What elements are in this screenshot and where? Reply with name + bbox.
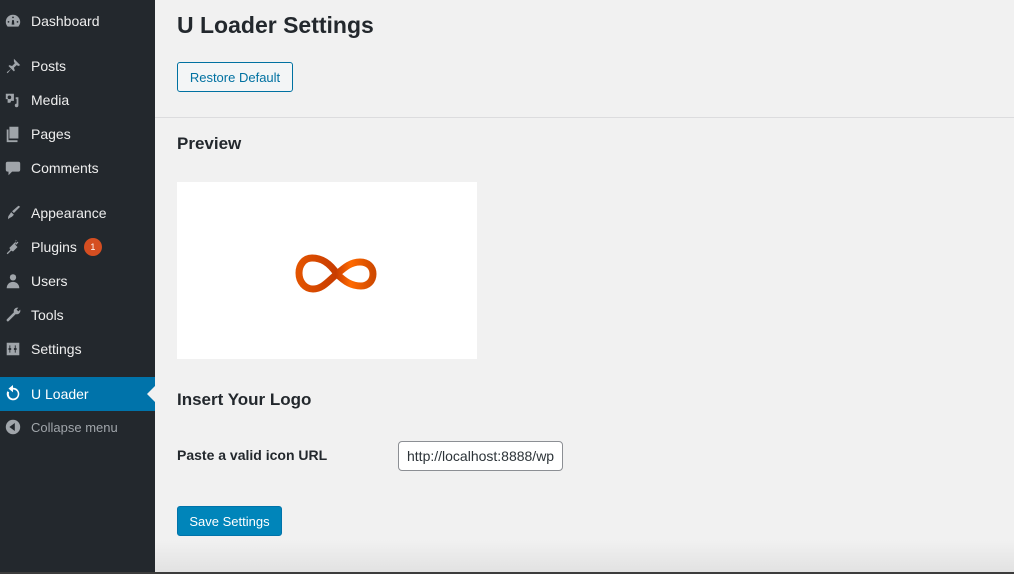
sidebar-item-users[interactable]: Users	[0, 264, 155, 298]
sidebar-item-label: Appearance	[31, 205, 107, 221]
sidebar-item-label: U Loader	[31, 386, 89, 402]
loader-preview	[177, 182, 477, 359]
sidebar-item-appearance[interactable]: Appearance	[0, 196, 155, 230]
comment-icon	[3, 158, 23, 178]
sidebar-item-label: Dashboard	[31, 13, 100, 29]
sidebar-item-label: Posts	[31, 58, 67, 74]
sidebar-item-label: Media	[31, 92, 70, 108]
sidebar-item-label: Pages	[31, 126, 71, 142]
wrench-icon	[3, 305, 23, 325]
page-title: U Loader Settings	[177, 12, 374, 38]
save-settings-button[interactable]: Save Settings	[177, 506, 282, 536]
sidebar-item-settings[interactable]: Settings	[0, 332, 155, 366]
collapse-menu-label: Collapse menu	[31, 419, 118, 435]
update-count-badge: 1	[83, 238, 102, 256]
sidebar-item-label: Settings	[31, 341, 82, 357]
plug-icon	[3, 237, 23, 257]
sidebar-item-u-loader[interactable]: U Loader	[0, 377, 155, 411]
restore-default-button[interactable]: Restore Default	[177, 62, 293, 92]
sidebar-item-label: Users	[31, 273, 68, 289]
icon-url-label: Paste a valid icon URL	[177, 447, 328, 463]
sliders-icon	[3, 339, 23, 359]
dashboard-icon	[3, 11, 23, 31]
sidebar-item-label: Comments	[31, 160, 99, 176]
sidebar-item-plugins[interactable]: Plugins 1	[0, 230, 155, 264]
sidebar-item-posts[interactable]: Posts	[0, 49, 155, 83]
icon-url-input[interactable]	[398, 441, 563, 471]
sidebar-item-label: Plugins	[31, 239, 77, 255]
sidebar-item-comments[interactable]: Comments	[0, 151, 155, 185]
section-divider	[155, 117, 1014, 118]
collapse-arrow-icon	[3, 417, 23, 437]
media-icon	[3, 90, 23, 110]
infinity-loader-icon	[295, 254, 377, 293]
insert-logo-heading: Insert Your Logo	[177, 390, 312, 409]
collapse-menu-button[interactable]: Collapse menu	[0, 410, 155, 444]
paintbrush-icon	[3, 203, 23, 223]
sidebar-item-label: Tools	[31, 307, 64, 323]
preview-heading: Preview	[177, 134, 242, 153]
sidebar-item-media[interactable]: Media	[0, 83, 155, 117]
sidebar-item-pages[interactable]: Pages	[0, 117, 155, 151]
main-content: U Loader Settings Restore Default Previe…	[155, 0, 1014, 574]
pages-icon	[3, 124, 23, 144]
reload-icon	[3, 384, 23, 404]
sidebar-item-tools[interactable]: Tools	[0, 298, 155, 332]
sidebar-item-dashboard[interactable]: Dashboard	[0, 4, 155, 38]
user-icon	[3, 271, 23, 291]
footer-shade	[155, 540, 1014, 572]
admin-sidebar: Dashboard Posts Media Pages Comments App…	[0, 0, 155, 574]
pushpin-icon	[3, 56, 23, 76]
